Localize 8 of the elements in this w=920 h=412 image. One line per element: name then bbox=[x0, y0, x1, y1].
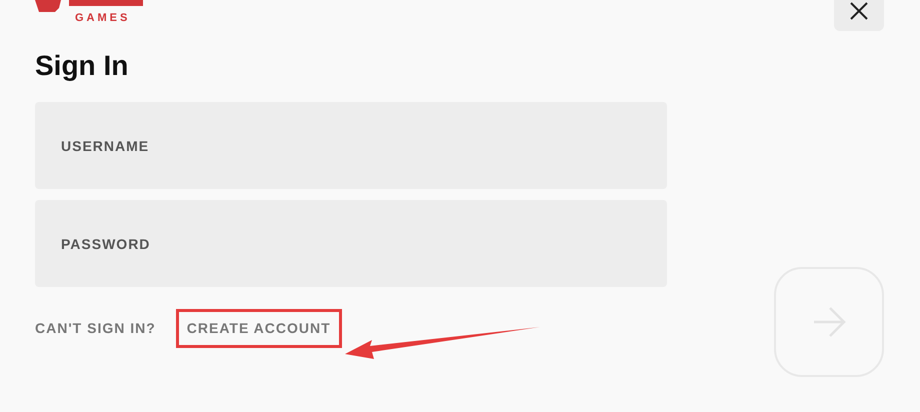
close-icon bbox=[849, 1, 869, 21]
page-title: Sign In bbox=[35, 49, 130, 83]
username-field[interactable]: USERNAME bbox=[35, 102, 667, 189]
password-field[interactable]: PASSWORD bbox=[35, 200, 667, 287]
logo-text: GAMES bbox=[75, 12, 130, 24]
create-account-link[interactable]: CREATE ACCOUNT bbox=[176, 309, 342, 348]
logo-icon bbox=[35, 0, 143, 12]
cant-sign-in-link[interactable]: CAN'T SIGN IN? bbox=[35, 309, 156, 348]
